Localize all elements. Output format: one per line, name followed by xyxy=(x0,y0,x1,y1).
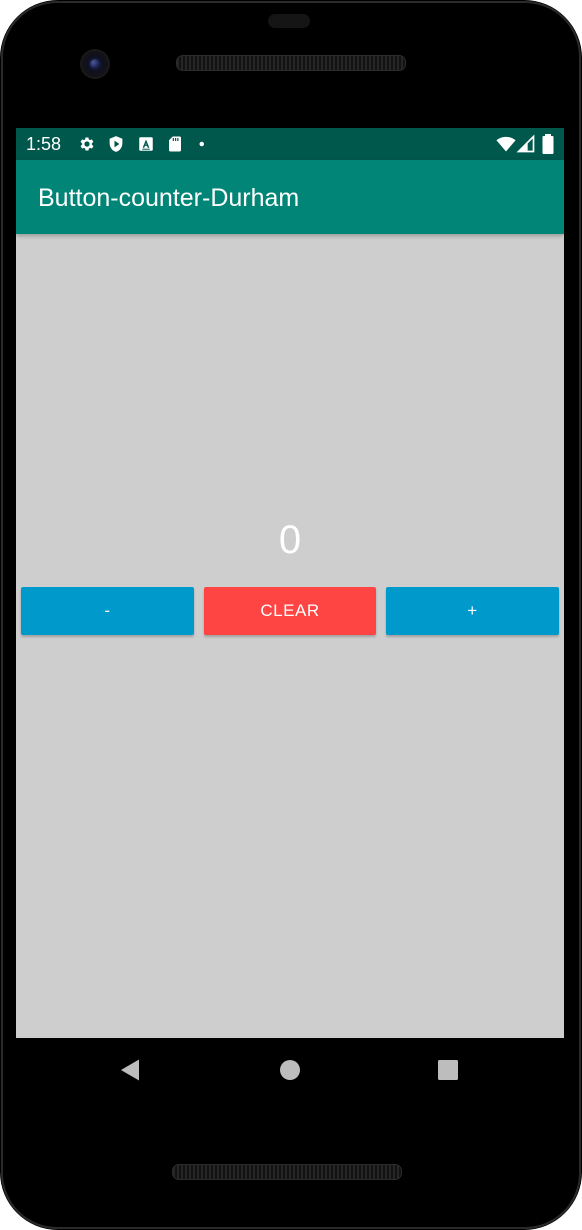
decrement-button[interactable]: - xyxy=(21,587,194,635)
device-screen: 1:58 Button-counter-Durham 0 - CLEAR + xyxy=(16,128,564,1038)
counter-value: 0 xyxy=(278,518,302,562)
front-camera xyxy=(82,51,108,77)
play-shield-icon xyxy=(109,136,123,152)
clear-button[interactable]: CLEAR xyxy=(204,587,376,635)
app-bar: Button-counter-Durham xyxy=(16,160,564,234)
status-bar: 1:58 xyxy=(16,128,564,160)
back-icon[interactable] xyxy=(116,1056,144,1084)
earpiece-speaker xyxy=(176,55,406,71)
navigation-bar xyxy=(16,1038,564,1102)
app-title: Button-counter-Durham xyxy=(38,184,300,212)
top-sensor-slot xyxy=(268,14,310,28)
recents-icon[interactable] xyxy=(434,1056,462,1084)
home-icon[interactable] xyxy=(276,1056,304,1084)
phone-frame: 1:58 Button-counter-Durham 0 - CLEAR + xyxy=(0,0,582,1230)
battery-icon xyxy=(542,134,554,154)
bottom-speaker xyxy=(172,1164,402,1180)
status-time: 1:58 xyxy=(26,134,62,154)
sd-card-icon xyxy=(169,136,181,152)
increment-button[interactable]: + xyxy=(386,587,559,635)
wifi-icon xyxy=(496,136,516,152)
signal-icon xyxy=(516,134,535,153)
dot-icon xyxy=(199,141,204,147)
a-box-icon xyxy=(139,137,153,151)
gear-icon xyxy=(80,137,94,151)
